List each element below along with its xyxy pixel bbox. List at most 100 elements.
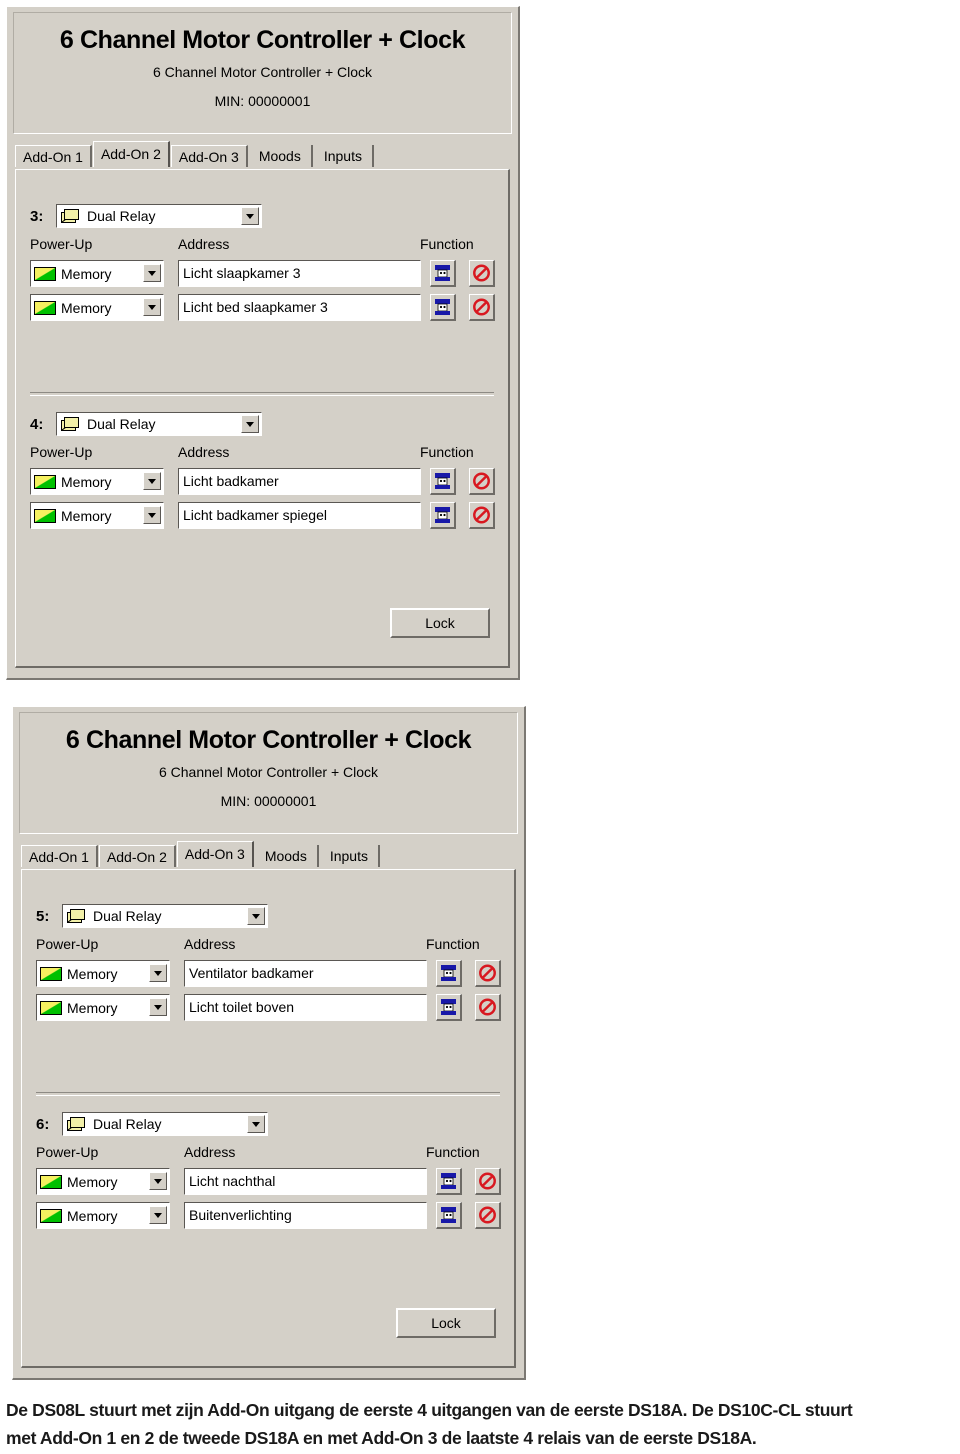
function-disable-button[interactable] xyxy=(469,468,495,495)
function-profile-button[interactable] xyxy=(436,1168,462,1195)
tab-add-on-3[interactable]: Add-On 3 xyxy=(176,841,254,867)
function-disable-button[interactable] xyxy=(469,294,495,321)
address-input[interactable]: Ventilator badkamer xyxy=(184,960,427,987)
chevron-down-icon[interactable] xyxy=(149,998,167,1016)
function-disable-button[interactable] xyxy=(475,1168,501,1195)
function-disable-button[interactable] xyxy=(475,994,501,1021)
power-up-select[interactable]: Memory xyxy=(36,994,170,1021)
channel-group-3: 3: Dual Relay Power-Up Address Function … xyxy=(30,204,498,326)
function-disable-button[interactable] xyxy=(469,502,495,529)
chevron-down-icon[interactable] xyxy=(149,964,167,982)
tab-moods[interactable]: Moods xyxy=(255,845,319,867)
channel-group-4: 4: Dual Relay Power-Up Address Function … xyxy=(30,412,498,534)
page-subtitle-1: 6 Channel Motor Controller + Clock xyxy=(152,64,373,80)
function-disable-button[interactable] xyxy=(475,1202,501,1229)
function-profile-button[interactable] xyxy=(430,468,456,495)
tab-page-1: 3: Dual Relay Power-Up Address Function … xyxy=(15,169,510,668)
address-input[interactable]: Licht bed slaapkamer 3 xyxy=(178,294,421,321)
window-header-1: 6 Channel Motor Controller + Clock 6 Cha… xyxy=(13,12,512,134)
relay-type-select-3[interactable]: Dual Relay xyxy=(56,204,262,228)
channel-header-6: 6: Dual Relay xyxy=(36,1112,504,1140)
table-row: Memory Licht nachthal xyxy=(36,1166,504,1200)
channel-number-5: 5: xyxy=(36,908,50,925)
address-input[interactable]: Licht badkamer xyxy=(178,468,421,495)
chevron-down-icon[interactable] xyxy=(247,1115,265,1133)
table-row: Memory Licht badkamer spiegel xyxy=(30,500,498,534)
function-profile-button[interactable] xyxy=(436,1202,462,1229)
power-up-select[interactable]: Memory xyxy=(36,1202,170,1229)
function-disable-button[interactable] xyxy=(475,960,501,987)
tab-inputs[interactable]: Inputs xyxy=(320,845,380,867)
chevron-down-icon[interactable] xyxy=(143,506,161,524)
tab-add-on-3[interactable]: Add-On 3 xyxy=(170,145,248,167)
tab-moods[interactable]: Moods xyxy=(249,145,313,167)
lock-button[interactable]: Lock xyxy=(390,608,490,638)
memory-icon xyxy=(40,1000,62,1015)
address-input[interactable]: Buitenverlichting xyxy=(184,1202,427,1229)
channel-group-5: 5: Dual Relay Power-Up Address Function … xyxy=(36,904,504,1026)
tab-add-on-2[interactable]: Add-On 2 xyxy=(98,845,176,867)
chevron-down-icon[interactable] xyxy=(149,1172,167,1190)
min-serial-1: MIN: 00000001 xyxy=(214,93,311,109)
dual-relay-icon xyxy=(61,208,81,224)
power-up-value: Memory xyxy=(61,265,112,282)
table-row: Memory Licht slaapkamer 3 xyxy=(30,258,498,292)
function-profile-button[interactable] xyxy=(430,294,456,321)
power-up-select[interactable]: Memory xyxy=(36,960,170,987)
relay-type-select-6[interactable]: Dual Relay xyxy=(62,1112,268,1136)
chevron-down-icon[interactable] xyxy=(143,472,161,490)
chevron-down-icon[interactable] xyxy=(241,415,259,433)
function-profile-button[interactable] xyxy=(436,960,462,987)
address-input[interactable]: Licht toilet boven xyxy=(184,994,427,1021)
power-up-select[interactable]: Memory xyxy=(36,1168,170,1195)
tab-page-2: 5: Dual Relay Power-Up Address Function … xyxy=(21,869,516,1368)
chevron-down-icon[interactable] xyxy=(241,207,259,225)
controller-window-1: 6 Channel Motor Controller + Clock 6 Cha… xyxy=(6,6,520,680)
power-up-select[interactable]: Memory xyxy=(30,468,164,495)
memory-icon xyxy=(34,266,56,281)
relay-type-select-4[interactable]: Dual Relay xyxy=(56,412,262,436)
relay-type-value-3: Dual Relay xyxy=(87,208,156,224)
tab-inputs[interactable]: Inputs xyxy=(314,145,374,167)
memory-icon xyxy=(40,966,62,981)
group-separator xyxy=(30,392,494,396)
lock-button[interactable]: Lock xyxy=(396,1308,496,1338)
channel-number-4: 4: xyxy=(30,416,44,433)
window-header-2: 6 Channel Motor Controller + Clock 6 Cha… xyxy=(19,712,518,834)
relay-type-value-6: Dual Relay xyxy=(93,1116,162,1132)
power-up-value: Memory xyxy=(61,299,112,316)
function-disable-button[interactable] xyxy=(469,260,495,287)
function-profile-button[interactable] xyxy=(430,260,456,287)
chevron-down-icon[interactable] xyxy=(143,264,161,282)
function-profile-button[interactable] xyxy=(436,994,462,1021)
function-profile-button[interactable] xyxy=(430,502,456,529)
power-up-value: Memory xyxy=(61,473,112,490)
chevron-down-icon[interactable] xyxy=(149,1206,167,1224)
power-up-value: Memory xyxy=(67,999,118,1016)
column-headers-6: Power-Up Address Function xyxy=(36,1144,504,1166)
chevron-down-icon[interactable] xyxy=(143,298,161,316)
column-power-up: Power-Up xyxy=(36,936,99,952)
address-input[interactable]: Licht nachthal xyxy=(184,1168,427,1195)
address-input[interactable]: Licht slaapkamer 3 xyxy=(178,260,421,287)
power-up-select[interactable]: Memory xyxy=(30,502,164,529)
page-title-2: 6 Channel Motor Controller + Clock xyxy=(65,726,472,754)
column-address: Address xyxy=(184,1144,236,1160)
channel-header-3: 3: Dual Relay xyxy=(30,204,498,232)
channel-group-6: 6: Dual Relay Power-Up Address Function … xyxy=(36,1112,504,1234)
column-headers-4: Power-Up Address Function xyxy=(30,444,498,466)
power-up-select[interactable]: Memory xyxy=(30,294,164,321)
table-row: Memory Licht toilet boven xyxy=(36,992,504,1026)
power-up-select[interactable]: Memory xyxy=(30,260,164,287)
controller-window-2: 6 Channel Motor Controller + Clock 6 Cha… xyxy=(12,706,526,1380)
tab-add-on-1[interactable]: Add-On 1 xyxy=(21,845,98,867)
chevron-down-icon[interactable] xyxy=(247,907,265,925)
memory-icon xyxy=(34,508,56,523)
power-up-value: Memory xyxy=(67,1207,118,1224)
tab-add-on-1[interactable]: Add-On 1 xyxy=(15,145,92,167)
tab-add-on-2[interactable]: Add-On 2 xyxy=(92,141,170,167)
address-input[interactable]: Licht badkamer spiegel xyxy=(178,502,421,529)
channel-number-3: 3: xyxy=(30,208,44,225)
relay-type-select-5[interactable]: Dual Relay xyxy=(62,904,268,928)
caption-text: De DS08L stuurt met zijn Add-On uitgang … xyxy=(6,1396,954,1452)
